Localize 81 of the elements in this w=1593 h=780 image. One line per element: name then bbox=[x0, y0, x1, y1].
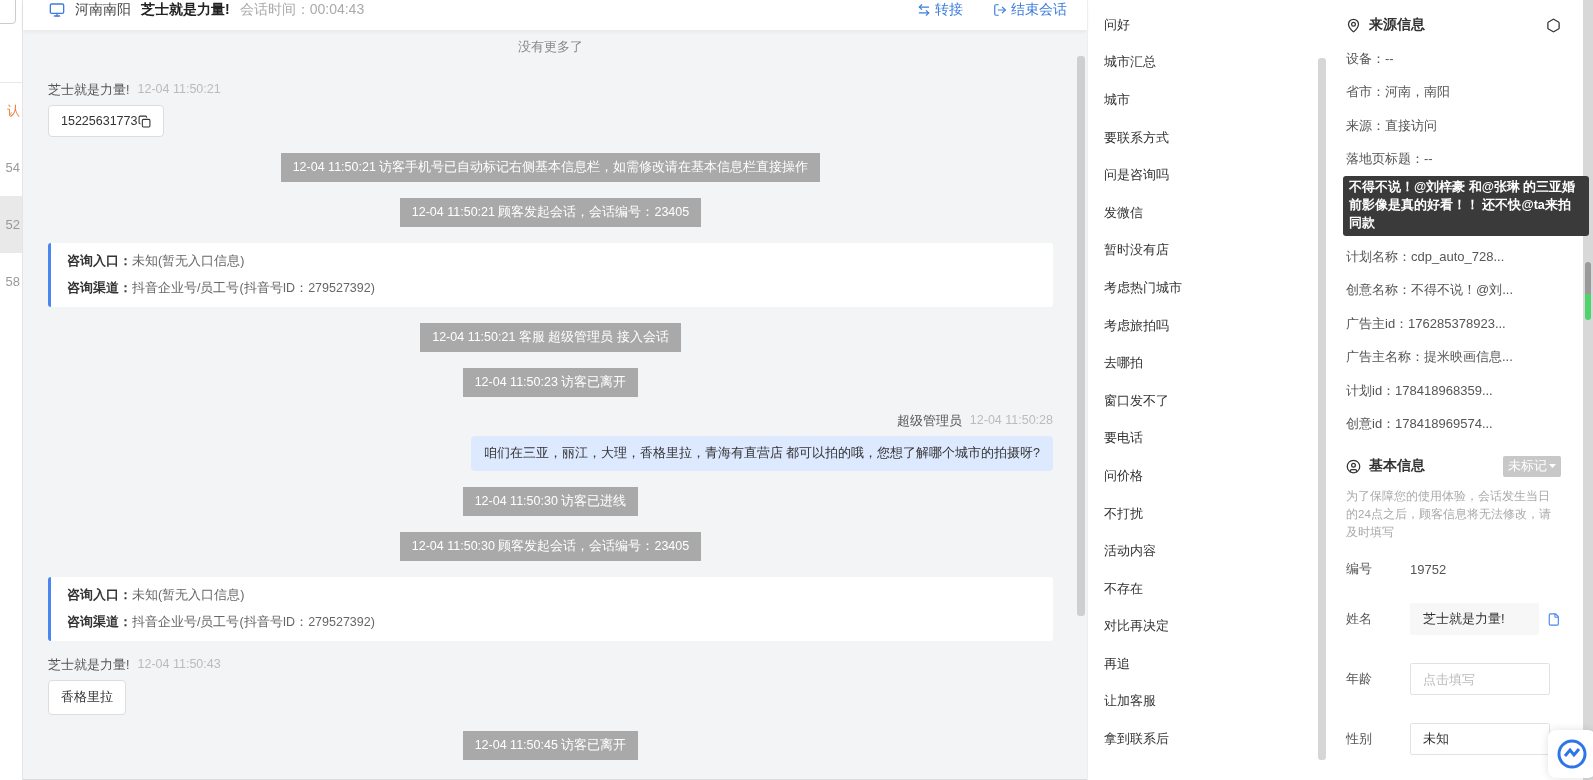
message-bubble: 咱们在三亚，丽江，大理，香格里拉，青海有直营店 都可以拍的哦，您想了解哪个城市的拍摄呀? bbox=[470, 436, 1053, 471]
input-field[interactable]: 未知 bbox=[1410, 723, 1550, 755]
info-row-text: 咨询入口：未知(暂无入口信息) bbox=[67, 587, 246, 604]
message-bubble: 香格里拉 bbox=[48, 680, 126, 715]
field-label: 编号 bbox=[1346, 560, 1373, 578]
location-pin-icon bbox=[1346, 17, 1361, 33]
copy-icon[interactable] bbox=[138, 114, 152, 128]
quick-reply-item[interactable]: 不存在 bbox=[1104, 569, 1318, 608]
system-message: 12-04 11:50:23 访客已离开 bbox=[462, 368, 639, 397]
source-info-row-text: 广告主id：176285378923... bbox=[1346, 314, 1507, 333]
end-session-button[interactable]: 结束会话 bbox=[993, 1, 1067, 19]
source-info-row-text: 创意id：178418969574... bbox=[1346, 415, 1494, 434]
scrollbar-thumb[interactable] bbox=[1585, 262, 1591, 294]
session-duration: 会话时间：00:04:43 bbox=[239, 1, 365, 19]
exit-icon bbox=[993, 3, 1007, 17]
quick-reply-item[interactable]: 让加客服 bbox=[1104, 682, 1318, 721]
system-message: 12-04 11:50:45 访客已离开 bbox=[462, 731, 639, 760]
monitor-icon bbox=[49, 2, 65, 18]
user-icon bbox=[1346, 458, 1361, 474]
sender-name: 超级管理员 bbox=[896, 413, 962, 430]
source-info-row-text: 计划名称：cdp_auto_728... bbox=[1346, 247, 1506, 266]
quick-reply-item[interactable]: 问是咨询吗 bbox=[1104, 156, 1318, 194]
message-time: 12-04 11:50:28 bbox=[969, 413, 1053, 429]
source-info-row-text: 设备：-- bbox=[1346, 49, 1395, 68]
message-time: 12-04 11:50:43 bbox=[137, 657, 221, 673]
quick-reply-item[interactable]: 拿到联系后 bbox=[1104, 720, 1318, 758]
system-message: 12-04 11:50:21 顾客发起会话，会话编号：23405 bbox=[399, 198, 702, 227]
sender-name: 芝士就是力量! bbox=[48, 657, 130, 674]
source-info-row-text: 省市：河南，南阳 bbox=[1346, 83, 1451, 102]
quick-reply-item[interactable]: 窗口发不了 bbox=[1104, 381, 1318, 420]
quick-reply-item[interactable]: 发微信 bbox=[1104, 193, 1318, 232]
quick-reply-item[interactable]: 问好 bbox=[1104, 6, 1318, 44]
assistant-button[interactable] bbox=[1548, 730, 1593, 778]
quick-reply-item[interactable]: 再追 bbox=[1104, 645, 1318, 683]
info-row-text: 咨询入口：未知(暂无入口信息) bbox=[67, 253, 246, 270]
no-more-notice: 没有更多了 bbox=[517, 38, 584, 56]
source-info-row-text: 落地页标题：-- bbox=[1346, 150, 1434, 169]
source-info-row-text: 创意名称：不得不说！@刘... bbox=[1346, 281, 1515, 300]
transfer-icon bbox=[917, 3, 931, 17]
input-field[interactable]: 点击填写 bbox=[1410, 663, 1550, 695]
quick-reply-item[interactable]: 不打扰 bbox=[1104, 494, 1318, 533]
info-note: 为了保障您的使用体验，会话发生当日的24点之后，顾客信息将无法修改，请及时填写 bbox=[1346, 489, 1552, 540]
source-info-row-text: 计划id：178418968359... bbox=[1346, 381, 1494, 400]
section-title: 来源信息 bbox=[1369, 16, 1425, 34]
field-label: 年龄 bbox=[1346, 670, 1373, 688]
field-label: 姓名 bbox=[1346, 610, 1373, 628]
message-time: 12-04 11:50:21 bbox=[137, 82, 221, 98]
field-value: 19752 bbox=[1410, 561, 1447, 577]
info-row-text: 咨询渠道：抖音企业号/员工号(抖音号ID：279527392) bbox=[67, 614, 376, 631]
quick-reply-item[interactable]: 问价格 bbox=[1104, 457, 1318, 495]
scrollbar[interactable] bbox=[1077, 56, 1085, 616]
source-info-row-text: 广告主名称：提米映画信息... bbox=[1346, 348, 1514, 367]
section-title: 基本信息 bbox=[1369, 457, 1425, 475]
quick-reply-item[interactable]: 考虑热门城市 bbox=[1104, 269, 1318, 307]
quick-reply-item[interactable]: 要联系方式 bbox=[1104, 118, 1318, 157]
system-message: 12-04 11:50:21 访客手机号已自动标记右侧基本信息栏，如需修改请在基本信息栏直接操作 bbox=[280, 153, 821, 182]
visitor-location: 河南南阳 bbox=[75, 1, 131, 19]
source-info-row-text: 来源：直接访问 bbox=[1346, 116, 1438, 135]
message-bubble: 15225631773 bbox=[48, 105, 165, 137]
quick-reply-item[interactable]: 对比再决定 bbox=[1104, 607, 1318, 646]
tooltip: 不得不说！@刘梓豪 和@张琳 的三亚婚前影像是真的好看！！ 还不快@ta来拍同款 bbox=[1343, 176, 1589, 236]
sender-name: 芝士就是力量! bbox=[48, 82, 130, 99]
quick-reply-item[interactable]: 活动内容 bbox=[1104, 532, 1318, 570]
customer-name: 芝士就是力量! bbox=[141, 1, 230, 19]
info-row-text: 咨询渠道：抖音企业号/员工号(抖音号ID：279527392) bbox=[67, 280, 376, 297]
scrollbar[interactable] bbox=[1318, 58, 1326, 760]
quick-reply-item[interactable]: 城市汇总 bbox=[1104, 43, 1318, 82]
system-message: 12-04 11:50:21 客服 超级管理员 接入会话 bbox=[420, 323, 681, 352]
quick-reply-item[interactable]: 考虑旅拍吗 bbox=[1104, 306, 1318, 345]
system-message: 12-04 11:50:30 访客已进线 bbox=[462, 487, 639, 516]
quick-reply-item[interactable]: 城市 bbox=[1104, 81, 1318, 119]
system-message: 12-04 11:50:30 顾客发起会话，会话编号：23405 bbox=[399, 532, 702, 561]
transfer-button[interactable]: 转接 bbox=[917, 1, 963, 19]
quick-reply-item[interactable]: 暂时没有店 bbox=[1104, 231, 1318, 270]
scroll-progress-indicator bbox=[1585, 294, 1591, 320]
name-field: 芝士就是力量! bbox=[1410, 603, 1540, 635]
quick-reply-item[interactable]: 去哪拍 bbox=[1104, 344, 1318, 382]
assistant-logo-icon bbox=[1557, 739, 1587, 769]
caret-icon bbox=[1549, 463, 1556, 469]
field-label: 性别 bbox=[1346, 730, 1373, 748]
quick-reply-item[interactable]: 要电话 bbox=[1104, 419, 1318, 458]
